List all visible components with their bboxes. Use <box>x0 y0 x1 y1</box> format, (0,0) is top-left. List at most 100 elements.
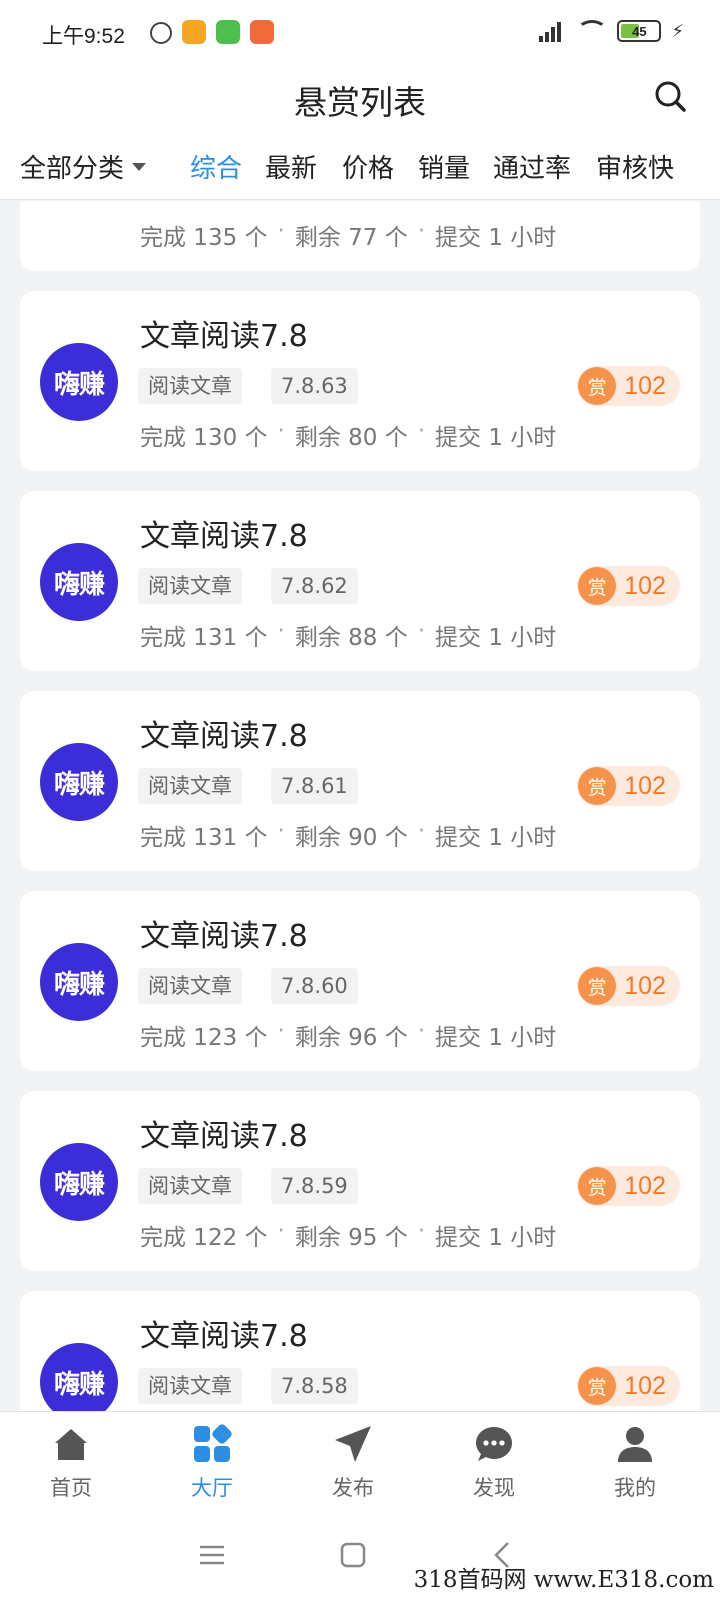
task-title: 文章阅读7.8 <box>140 1319 308 1354</box>
reward-value: 102 <box>624 571 666 600</box>
nav-label: 发布 <box>332 1476 374 1500</box>
task-version-tag: 7.8.59 <box>271 1168 358 1204</box>
task-card[interactable]: 嗨赚 文章阅读7.8 阅读文章 7.8.61 赏 102 完成 131 个 · … <box>20 691 700 871</box>
battery-level: 45 <box>632 23 647 39</box>
remaining-count: 剩余 80 个 <box>294 425 408 451</box>
reward-badge: 赏 102 <box>577 566 680 606</box>
status-time: 上午9:52 <box>42 25 125 48</box>
task-title: 文章阅读7.8 <box>140 1119 308 1154</box>
nav-label: 发现 <box>473 1476 515 1500</box>
completed-count: 完成 123 个 <box>140 1025 268 1051</box>
task-tag: 阅读文章 <box>138 568 242 604</box>
task-card[interactable]: 完成 135 个 · 剩余 77 个 · 提交 1 小时 <box>20 201 700 271</box>
watermark: 318首码网 www.E318.com <box>413 1567 714 1593</box>
remaining-count: 剩余 88 个 <box>294 625 408 651</box>
status-bar: 上午9:52 45 ⚡ <box>0 0 720 66</box>
completed-count: 完成 131 个 <box>140 625 268 651</box>
task-tag: 阅读文章 <box>138 1168 242 1204</box>
nav-label: 首页 <box>50 1476 92 1500</box>
task-list: 完成 135 个 · 剩余 77 个 · 提交 1 小时 嗨赚 文章阅读7.8 … <box>0 201 720 1411</box>
remaining-count: 剩余 77 个 <box>294 225 408 251</box>
menu-icon[interactable] <box>192 1535 232 1575</box>
reward-value: 102 <box>624 971 666 1000</box>
nav-discover[interactable]: 发现 <box>444 1424 544 1502</box>
task-stats: 完成 122 个 · 剩余 95 个 · 提交 1 小时 <box>140 1218 557 1251</box>
reward-value: 102 <box>624 771 666 800</box>
completed-count: 完成 130 个 <box>140 425 268 451</box>
reward-value: 102 <box>624 1371 666 1400</box>
nav-publish[interactable]: 发布 <box>303 1424 403 1502</box>
task-version-tag: 7.8.61 <box>271 768 358 804</box>
nav-label: 我的 <box>614 1476 656 1500</box>
system-status-icons: 45 ⚡ <box>539 20 684 42</box>
grid-icon <box>194 1424 232 1462</box>
task-stats: 完成 131 个 · 剩余 90 个 · 提交 1 小时 <box>140 818 557 851</box>
nav-profile[interactable]: 我的 <box>585 1424 685 1502</box>
page-title: 悬赏列表 <box>294 83 426 122</box>
message-app-icon <box>182 20 206 44</box>
reward-icon: 赏 <box>578 1167 617 1205</box>
tab-pass-rate[interactable]: 通过率 <box>493 148 571 185</box>
completed-count: 完成 131 个 <box>140 825 268 851</box>
task-card[interactable]: 嗨赚 文章阅读7.8 阅读文章 7.8.62 赏 102 完成 131 个 · … <box>20 491 700 671</box>
app-logo: 嗨赚 <box>40 743 118 821</box>
remaining-count: 剩余 96 个 <box>294 1025 408 1051</box>
task-card[interactable]: 嗨赚 文章阅读7.8 阅读文章 7.8.59 赏 102 完成 122 个 · … <box>20 1091 700 1271</box>
tab-comprehensive[interactable]: 综合 <box>190 148 242 185</box>
tab-fast-review[interactable]: 审核快 <box>596 148 674 185</box>
home-button-icon[interactable] <box>333 1535 373 1575</box>
tab-price[interactable]: 价格 <box>342 148 394 185</box>
task-version-tag: 7.8.60 <box>271 968 358 1004</box>
task-title: 文章阅读7.8 <box>140 319 308 354</box>
home-icon <box>55 1429 87 1460</box>
nav-home[interactable]: 首页 <box>21 1424 121 1502</box>
search-icon[interactable] <box>654 80 686 112</box>
task-version-tag: 7.8.63 <box>271 368 358 404</box>
task-card[interactable]: 嗨赚 文章阅读7.8 阅读文章 7.8.63 赏 102 完成 130 个 · … <box>20 291 700 471</box>
filter-bar: 全部分类 综合 最新 价格 销量 通过率 审核快 <box>0 130 720 200</box>
send-icon <box>335 1426 371 1462</box>
reward-value: 102 <box>624 371 666 400</box>
completed-count: 完成 135 个 <box>140 225 268 251</box>
reward-icon: 赏 <box>578 767 617 805</box>
category-dropdown[interactable]: 全部分类 <box>20 148 147 185</box>
task-card[interactable]: 嗨赚 文章阅读7.8 阅读文章 7.8.60 赏 102 完成 123 个 · … <box>20 891 700 1071</box>
task-version-tag: 7.8.62 <box>271 568 358 604</box>
reward-badge: 赏 102 <box>577 1166 680 1206</box>
task-stats: 完成 131 个 · 剩余 88 个 · 提交 1 小时 <box>140 618 557 651</box>
remaining-count: 剩余 90 个 <box>294 825 408 851</box>
bottom-nav: 首页 大厅 发布 发现 我的 <box>0 1411 720 1507</box>
app-logo: 嗨赚 <box>40 543 118 621</box>
submit-time: 提交 1 小时 <box>435 1225 557 1251</box>
category-dropdown-label: 全部分类 <box>20 154 125 184</box>
remaining-count: 剩余 95 个 <box>294 1225 408 1251</box>
completed-count: 完成 122 个 <box>140 1225 268 1251</box>
reward-icon: 赏 <box>578 367 617 405</box>
task-title: 文章阅读7.8 <box>140 519 308 554</box>
task-stats: 完成 130 个 · 剩余 80 个 · 提交 1 小时 <box>140 418 557 451</box>
chevron-down-icon <box>132 162 147 171</box>
task-title: 文章阅读7.8 <box>140 919 308 954</box>
reward-icon: 赏 <box>578 1367 617 1405</box>
task-version-tag: 7.8.58 <box>271 1368 358 1404</box>
task-stats: 完成 135 个 · 剩余 77 个 · 提交 1 小时 <box>140 218 557 251</box>
alarm-icon <box>150 22 172 44</box>
task-card[interactable]: 嗨赚 文章阅读7.8 阅读文章 7.8.58 赏 102 <box>20 1291 700 1411</box>
tab-latest[interactable]: 最新 <box>265 148 317 185</box>
nav-hall[interactable]: 大厅 <box>162 1424 262 1502</box>
app-logo: 嗨赚 <box>40 1343 118 1411</box>
reward-icon: 赏 <box>578 567 617 605</box>
tab-sales[interactable]: 销量 <box>418 148 470 185</box>
app-logo: 嗨赚 <box>40 943 118 1021</box>
submit-time: 提交 1 小时 <box>435 425 557 451</box>
task-tag: 阅读文章 <box>138 1368 242 1404</box>
nav-label: 大厅 <box>191 1476 233 1500</box>
task-tag: 阅读文章 <box>138 968 242 1004</box>
shop-app-icon <box>250 20 274 44</box>
reward-badge: 赏 102 <box>577 766 680 806</box>
task-tag: 阅读文章 <box>138 368 242 404</box>
battery-icon: 45 <box>617 20 662 42</box>
submit-time: 提交 1 小时 <box>435 625 557 651</box>
download-app-icon <box>216 20 240 44</box>
reward-icon: 赏 <box>578 967 617 1005</box>
